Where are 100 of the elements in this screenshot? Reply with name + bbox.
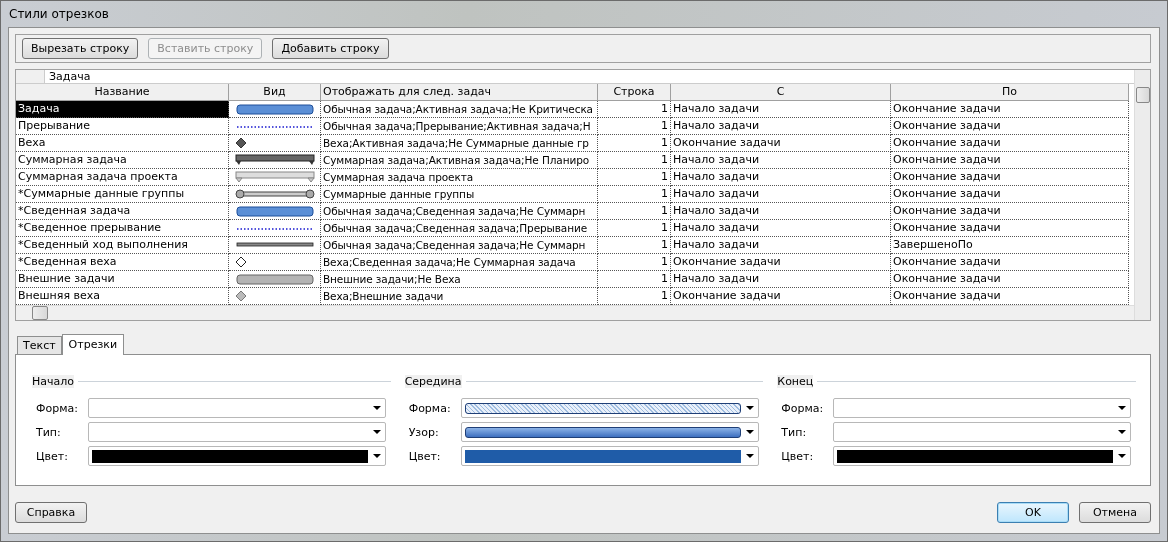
table-cell: Суммарная задача проекта — [321, 169, 598, 186]
field-label: Тип: — [780, 425, 808, 439]
table-cell: Обычная задача;Сведенная задача;Не Суммарн — [321, 203, 598, 220]
column-header[interactable]: Строка — [598, 84, 671, 101]
gantt-bar-icon — [235, 205, 315, 217]
dropdown-arrow-icon — [1117, 452, 1128, 460]
table-cell[interactable]: *Сведенная веха — [16, 254, 229, 271]
window-title: Стили отрезков — [9, 7, 109, 21]
table-cell: 1 — [598, 118, 671, 135]
group-title: Начало — [32, 375, 74, 388]
table-cell: Начало задачи — [671, 237, 891, 254]
gantt-bar-icon — [235, 154, 315, 166]
gantt-bar-icon — [235, 103, 315, 115]
table-cell: Окончание задачи — [891, 118, 1129, 135]
table-cell[interactable]: *Суммарные данные группы — [16, 186, 229, 203]
table-cell: 1 — [598, 254, 671, 271]
vertical-scrollbar[interactable] — [1134, 70, 1150, 320]
horizontal-scrollbar[interactable] — [16, 305, 1134, 320]
gantt-bar-icon — [235, 171, 315, 183]
toolbar-button[interactable]: Добавить строку — [272, 38, 389, 59]
table-cell[interactable]: *Сведенное прерывание — [16, 220, 229, 237]
table-cell: Окончание задачи — [891, 220, 1129, 237]
table-cell: Окончание задачи — [891, 254, 1129, 271]
field-label: Узор: — [407, 425, 440, 439]
tab[interactable]: Текст — [17, 336, 62, 354]
table-cell: Окончание задачи — [891, 101, 1129, 118]
table-cell: Обычная задача;Сведенная задача;Прерывание — [321, 220, 598, 237]
table-cell[interactable]: Задача — [16, 101, 229, 118]
field-label: Цвет: — [35, 449, 69, 463]
table-cell[interactable]: Веха — [16, 135, 229, 152]
table-cell: Веха;Сведенная задача;Не Суммарная задача — [321, 254, 598, 271]
dropdown[interactable] — [460, 446, 759, 466]
table-cell: Начало задачи — [671, 220, 891, 237]
table-cell: Суммарная задача;Активная задача;Не Планиро — [321, 152, 598, 169]
table-cell: 1 — [598, 135, 671, 152]
diamond-icon — [235, 256, 247, 268]
table-cell: Веха;Активная задача;Не Суммарные данные гр — [321, 135, 598, 152]
table-cell: Окончание задачи — [891, 135, 1129, 152]
table-cell: Начало задачи — [671, 152, 891, 169]
column-header[interactable]: Отображать для след. задач — [321, 84, 598, 101]
cancel-button[interactable]: Отмена — [1079, 502, 1151, 523]
column-header[interactable]: Название — [16, 84, 229, 101]
bar-pattern-icon — [464, 426, 741, 438]
ok-button[interactable]: OK — [997, 502, 1069, 523]
table-cell: 1 — [598, 169, 671, 186]
field-label: Цвет: — [407, 449, 442, 463]
dropdown-arrow-icon — [744, 428, 755, 436]
column-header[interactable]: С — [671, 84, 891, 101]
dropdown[interactable] — [460, 398, 759, 418]
table-cell: Начало задачи — [671, 101, 891, 118]
dropdown-arrow-icon — [1117, 428, 1128, 436]
column-header[interactable]: По — [891, 84, 1129, 101]
dropdown-arrow-icon — [744, 452, 755, 460]
table-cell[interactable]: Суммарная задача проекта — [16, 169, 229, 186]
dropdown-arrow-icon — [744, 404, 755, 412]
help-button[interactable]: Справка — [15, 502, 87, 523]
field-label: Форма: — [407, 401, 452, 415]
table-cell: 1 — [598, 101, 671, 118]
gantt-bar-icon — [235, 188, 315, 200]
table-cell[interactable]: *Сведенный ход выполнения — [16, 237, 229, 254]
table-cell: Обычная задача;Прерывание;Активная задача;Н — [321, 118, 598, 135]
table-cell[interactable]: Внешние задачи — [16, 271, 229, 288]
table-cell: ЗавершеноПо — [891, 237, 1129, 254]
diamond-icon — [235, 290, 247, 302]
table-cell: Обычная задача;Сведенная задача;Не Суммарн — [321, 237, 598, 254]
field-label: Тип: — [35, 425, 62, 439]
field-label: Форма: — [35, 401, 79, 415]
table-cell: 1 — [598, 220, 671, 237]
dropdown-arrow-icon — [372, 452, 382, 460]
dropdown[interactable] — [833, 446, 1132, 466]
table-cell: Окончание задачи — [671, 135, 891, 152]
table-cell: Начало задачи — [671, 118, 891, 135]
table-cell: Окончание задачи — [891, 271, 1129, 288]
table-cell: Начало задачи — [671, 203, 891, 220]
column-header[interactable]: Вид — [229, 84, 321, 101]
field-label: Форма: — [780, 401, 825, 415]
dropdown[interactable] — [88, 446, 386, 466]
table-cell: Суммарные данные группы — [321, 186, 598, 203]
table-cell: Окончание задачи — [891, 169, 1129, 186]
table-cell[interactable]: Суммарная задача — [16, 152, 229, 169]
table-cell[interactable]: *Сведенная задача — [16, 203, 229, 220]
field-label: Цвет: — [780, 449, 815, 463]
dropdown[interactable] — [460, 422, 759, 442]
table-cell: Начало задачи — [671, 186, 891, 203]
toolbar-button[interactable]: Вырезать строку — [22, 38, 139, 59]
table-cell: Окончание задачи — [671, 254, 891, 271]
group-title: Конец — [777, 375, 814, 388]
table-cell: Внешние задачи;Не Веха — [321, 271, 598, 288]
table-cell: 1 — [598, 271, 671, 288]
bar-shape-icon — [464, 402, 741, 414]
dropdown-arrow-icon — [372, 428, 382, 436]
tab[interactable]: Отрезки — [61, 334, 125, 355]
table-cell: 1 — [598, 237, 671, 254]
table-cell[interactable]: Прерывание — [16, 118, 229, 135]
table-cell: 1 — [598, 203, 671, 220]
group-title: Середина — [404, 375, 462, 388]
table-cell: 1 — [598, 152, 671, 169]
table-cell: 1 — [598, 186, 671, 203]
dropdown-arrow-icon — [1117, 404, 1128, 412]
gantt-bar-icon — [235, 273, 315, 285]
